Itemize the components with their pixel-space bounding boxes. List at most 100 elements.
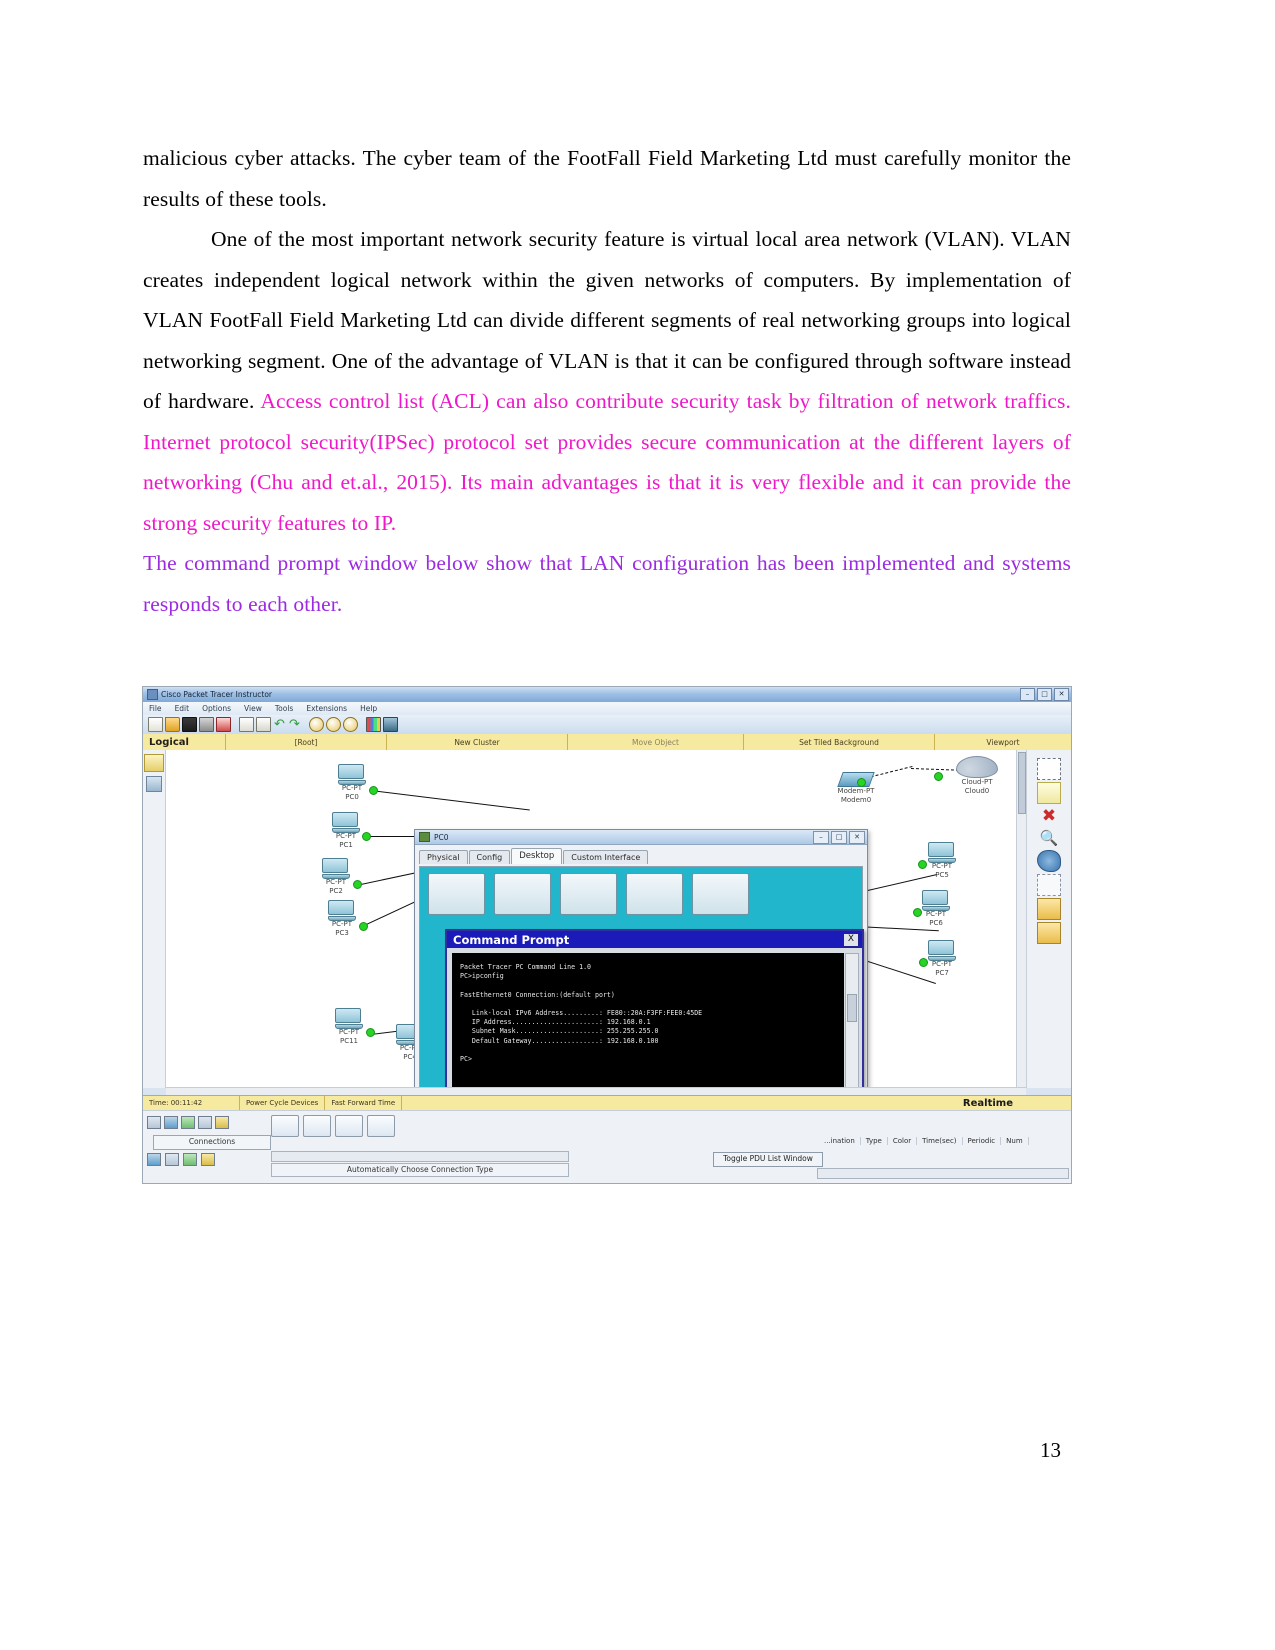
zoom-in-icon[interactable] bbox=[309, 717, 324, 732]
menu-item-extensions[interactable]: Extensions bbox=[306, 704, 347, 713]
set-tiled-background-button[interactable]: Set Tiled Background bbox=[744, 734, 935, 750]
terminal-icon[interactable] bbox=[560, 873, 617, 915]
pdu-horizontal-scrollbar[interactable] bbox=[817, 1168, 1069, 1179]
pc0-close-button[interactable]: ✕ bbox=[849, 831, 865, 844]
command-prompt-icon[interactable] bbox=[626, 873, 683, 915]
note-icon[interactable] bbox=[1037, 782, 1061, 804]
print-icon[interactable] bbox=[199, 717, 214, 732]
device-PC7[interactable]: PC-PT PC7 bbox=[924, 940, 960, 977]
tab-config[interactable]: Config bbox=[468, 850, 511, 864]
new-file-icon[interactable] bbox=[148, 717, 163, 732]
device-PC1[interactable]: PC-PT PC1 bbox=[328, 812, 364, 849]
device-Cloud0[interactable]: Cloud-PT Cloud0 bbox=[946, 756, 1008, 795]
tab-physical[interactable]: Physical bbox=[419, 850, 468, 864]
menu-item-options[interactable]: Options bbox=[202, 704, 231, 713]
pc0-minimize-button[interactable]: – bbox=[813, 831, 829, 844]
root-cluster-label[interactable]: [Root] bbox=[226, 734, 387, 750]
copper-straight-icon[interactable] bbox=[335, 1115, 363, 1137]
automatic-connection-icon[interactable] bbox=[271, 1115, 299, 1137]
routers-category-icon[interactable] bbox=[147, 1115, 161, 1129]
logical-topology-canvas[interactable]: Cloud-PT Cloud0 Modem-PT Modem0 PC-PT PC… bbox=[166, 750, 1026, 1088]
window-title: Cisco Packet Tracer Instructor bbox=[161, 690, 272, 699]
custom-device-icon[interactable] bbox=[201, 1153, 215, 1166]
wireless-category-icon[interactable] bbox=[198, 1115, 212, 1129]
packet-tracer-screenshot: Cisco Packet Tracer Instructor – □ ✕ Fil… bbox=[142, 686, 1072, 1184]
pc0-device-window[interactable]: PC0 – □ ✕ Physical Config Desktop Custom… bbox=[414, 829, 868, 1088]
menu-item-view[interactable]: View bbox=[244, 704, 262, 713]
scrollbar-thumb[interactable] bbox=[1018, 752, 1026, 814]
fast-forward-time-button[interactable]: Fast Forward Time bbox=[325, 1096, 403, 1110]
link-status-dot bbox=[913, 908, 922, 917]
device-PC0[interactable]: PC-PT PC0 bbox=[334, 764, 370, 801]
hubs-category-icon[interactable] bbox=[181, 1115, 195, 1129]
paste-icon[interactable] bbox=[256, 717, 271, 732]
device-Modem0[interactable]: Modem-PT Modem0 bbox=[826, 772, 886, 804]
zoom-out-icon[interactable] bbox=[343, 717, 358, 732]
copper-crossover-icon[interactable] bbox=[367, 1115, 395, 1137]
redo-icon[interactable]: ↷ bbox=[288, 718, 301, 731]
switches-category-icon[interactable] bbox=[164, 1115, 178, 1129]
menu-item-help[interactable]: Help bbox=[360, 704, 377, 713]
tab-custom-interface[interactable]: Custom Interface bbox=[563, 850, 649, 864]
undo-icon[interactable]: ↶ bbox=[273, 718, 286, 731]
pc0-maximize-button[interactable]: □ bbox=[831, 831, 847, 844]
device-name-label: PC6 bbox=[929, 918, 943, 927]
end-devices-icon[interactable] bbox=[147, 1153, 161, 1166]
pc-icon bbox=[322, 858, 350, 879]
menu-item-edit[interactable]: Edit bbox=[175, 704, 190, 713]
paragraph-1: malicious cyber attacks. The cyber team … bbox=[143, 146, 1071, 211]
pc-icon bbox=[332, 812, 360, 833]
device-PC2[interactable]: PC-PT PC2 bbox=[318, 858, 354, 895]
dial-up-icon[interactable] bbox=[494, 873, 551, 915]
viewport-button[interactable]: Viewport bbox=[935, 734, 1071, 750]
device-PC6[interactable]: PC-PT PC6 bbox=[918, 890, 954, 927]
scrollbar-thumb[interactable] bbox=[847, 994, 857, 1022]
add-simple-pdu-icon[interactable] bbox=[1037, 898, 1061, 920]
menu-item-tools[interactable]: Tools bbox=[275, 704, 293, 713]
power-cycle-devices-button[interactable]: Power Cycle Devices bbox=[240, 1096, 326, 1110]
web-browser-icon[interactable] bbox=[692, 873, 749, 915]
minimize-button[interactable]: – bbox=[1020, 688, 1035, 701]
select-icon[interactable] bbox=[1037, 758, 1061, 780]
components-icon[interactable] bbox=[165, 1153, 179, 1166]
new-cluster-button[interactable]: New Cluster bbox=[387, 734, 568, 750]
activity-wizard-icon[interactable] bbox=[216, 717, 231, 732]
root-cluster-icon[interactable] bbox=[144, 754, 164, 772]
device-name-label: PC5 bbox=[935, 870, 949, 879]
device-PC3[interactable]: PC-PT PC3 bbox=[324, 900, 360, 937]
pc-icon bbox=[928, 842, 956, 863]
resize-shape-icon[interactable] bbox=[1037, 874, 1061, 896]
device-PC5[interactable]: PC-PT PC5 bbox=[924, 842, 960, 879]
open-folder-icon[interactable] bbox=[165, 717, 180, 732]
copy-icon[interactable] bbox=[239, 717, 254, 732]
menu-item-file[interactable]: File bbox=[149, 704, 162, 713]
multiuser-icon[interactable] bbox=[183, 1153, 197, 1166]
command-prompt-close-button[interactable]: X bbox=[843, 933, 859, 947]
move-object-button[interactable]: Move Object bbox=[568, 734, 744, 750]
command-prompt-output-area[interactable]: Packet Tracer PC Command Line 1.0 PC>ipc… bbox=[452, 953, 844, 1088]
delete-icon[interactable]: ✖ bbox=[1038, 806, 1060, 826]
ip-configuration-icon[interactable] bbox=[428, 873, 485, 915]
command-prompt-vertical-scrollbar[interactable] bbox=[845, 953, 859, 1088]
draw-icon[interactable] bbox=[1037, 850, 1061, 872]
device-type-label: PC-PT bbox=[341, 784, 363, 792]
zoom-reset-icon[interactable] bbox=[326, 717, 341, 732]
device-PC11[interactable]: PC-PT PC11 bbox=[331, 1008, 367, 1045]
back-to-parent-icon[interactable] bbox=[146, 776, 162, 792]
toggle-pdu-list-button[interactable]: Toggle PDU List Window bbox=[713, 1152, 823, 1167]
connection-scrollbar[interactable] bbox=[271, 1151, 569, 1162]
save-icon[interactable] bbox=[182, 717, 197, 732]
simulation-status-bar: Time: 00:11:42 Power Cycle Devices Fast … bbox=[143, 1095, 1071, 1111]
tab-desktop[interactable]: Desktop bbox=[511, 848, 563, 864]
add-complex-pdu-icon[interactable] bbox=[1037, 922, 1061, 944]
connections-category-icon[interactable] bbox=[215, 1115, 229, 1129]
console-connection-icon[interactable] bbox=[303, 1115, 331, 1137]
maximize-button[interactable]: □ bbox=[1037, 688, 1052, 701]
logical-view-label[interactable]: Logical bbox=[143, 734, 226, 750]
network-info-icon[interactable] bbox=[383, 717, 398, 732]
canvas-vertical-scrollbar[interactable] bbox=[1016, 750, 1026, 1088]
command-prompt-window[interactable]: Command Prompt X Packet Tracer PC Comman… bbox=[445, 929, 864, 1088]
palette-icon[interactable] bbox=[366, 717, 381, 732]
inspect-icon[interactable]: 🔍 bbox=[1038, 828, 1060, 848]
close-button[interactable]: ✕ bbox=[1054, 688, 1069, 701]
